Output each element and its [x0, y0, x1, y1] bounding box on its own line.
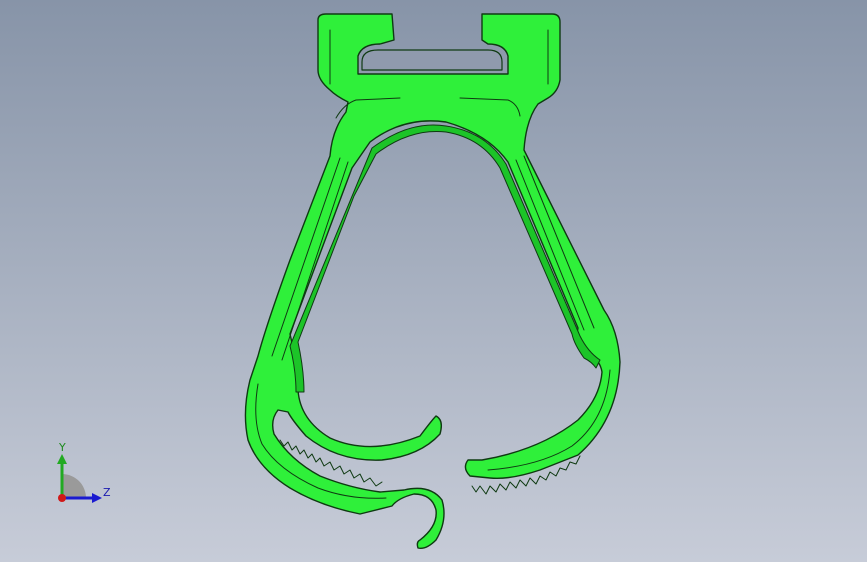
y-axis-label: Y: [59, 441, 66, 454]
top-mount-block: [244, 13, 621, 550]
graphics-viewport[interactable]: Y Z: [0, 0, 867, 562]
cad-model-hanger-clip[interactable]: [0, 0, 867, 562]
triad-quarter-disc: [62, 474, 86, 498]
y-axis-arrow-icon: [57, 454, 67, 464]
triad-origin-icon: [58, 494, 66, 502]
top-slot: [361, 49, 503, 71]
z-axis-label: Z: [103, 486, 111, 499]
z-axis-arrow-icon: [92, 493, 102, 503]
